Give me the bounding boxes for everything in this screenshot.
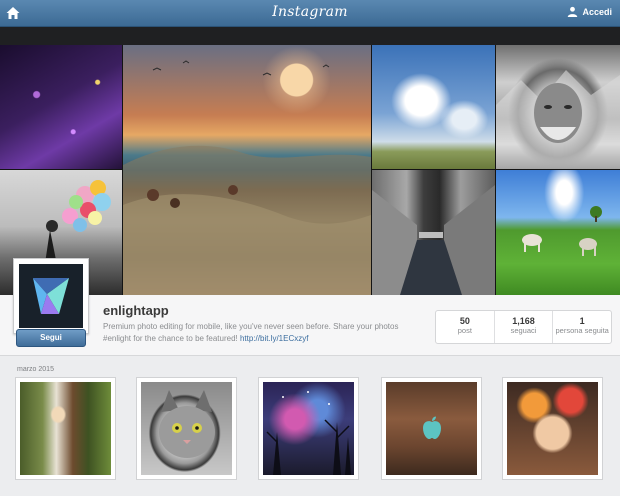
enlight-logo-icon: [19, 264, 83, 328]
cover-photo-old-man: [496, 45, 620, 169]
apple-logo-icon: [423, 416, 441, 439]
profile-avatar[interactable]: [13, 258, 89, 334]
follow-button[interactable]: Segui: [16, 329, 86, 347]
post-thumbnail[interactable]: [15, 377, 116, 480]
cover-photo-city-canal: [372, 170, 495, 295]
stat-following-label: persona seguita: [555, 326, 609, 335]
cover-photo-purple-flowers: [0, 45, 122, 169]
stat-following[interactable]: 1 persona seguita: [552, 311, 611, 343]
post-thumbnail[interactable]: [502, 377, 603, 480]
profile-stats: 50 post 1,168 seguaci 1 persona seguita: [435, 310, 612, 344]
post-photo-apple-logo: [386, 382, 477, 475]
bio-link[interactable]: http://bit.ly/1ECxzyf: [240, 334, 308, 343]
post-thumbnail[interactable]: [136, 377, 237, 480]
stat-followers-value: 1,168: [512, 316, 535, 326]
login-button[interactable]: Accedi: [567, 6, 612, 17]
stat-posts-value: 50: [459, 316, 470, 326]
post-photo-flower-crown: [507, 382, 598, 475]
post-photo-girl-by-tree: [20, 382, 111, 475]
stat-posts[interactable]: 50 post: [436, 311, 494, 343]
post-thumbnail[interactable]: [258, 377, 359, 480]
cover-photo-rocky-coast: [123, 45, 371, 295]
top-bar: Instagram Accedi: [0, 0, 620, 27]
feed-date-label: marzo 2015: [17, 366, 54, 373]
user-icon: [568, 6, 578, 17]
stat-posts-label: post: [457, 326, 472, 335]
stat-following-value: 1: [579, 316, 585, 326]
header-strip: [0, 27, 620, 45]
stat-followers-label: seguaci: [510, 326, 537, 335]
post-photo-starry-forest: [263, 382, 354, 475]
post-photo-grey-cat: [141, 382, 232, 475]
cover-photo-meadow-horses: [496, 170, 620, 295]
post-thumbnail[interactable]: [381, 377, 482, 480]
cover-mosaic: [0, 45, 620, 295]
profile-bio: Premium photo editing for mobile, like y…: [103, 321, 423, 345]
login-label: Accedi: [582, 6, 612, 17]
cover-photo-sky-road: [372, 45, 495, 169]
brand-logo[interactable]: Instagram: [0, 4, 620, 20]
profile-username: enlightapp: [103, 303, 169, 318]
stat-followers[interactable]: 1,168 seguaci: [493, 311, 553, 343]
